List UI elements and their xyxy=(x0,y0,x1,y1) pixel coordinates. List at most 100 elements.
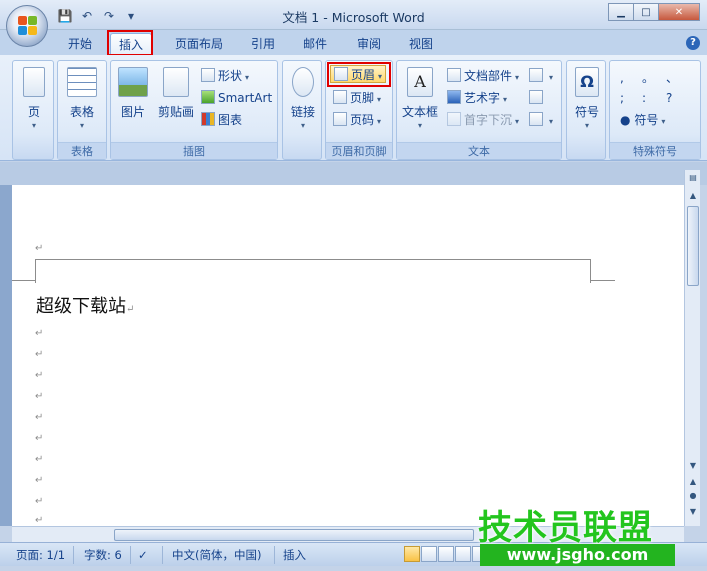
horizontal-scroll-thumb[interactable] xyxy=(114,529,474,541)
char-colon[interactable]: : xyxy=(642,89,646,107)
omega-icon: Ω xyxy=(575,67,599,97)
maximize-button[interactable]: □ xyxy=(633,3,659,21)
object-button[interactable]: ▾ xyxy=(529,111,553,129)
watermark-title: 技术员联盟 xyxy=(478,508,653,548)
tab-home[interactable]: 开始 xyxy=(60,33,100,55)
header-region[interactable] xyxy=(35,259,591,283)
paragraph-mark: ↵ xyxy=(35,349,44,360)
chart-icon xyxy=(201,112,215,126)
paragraph-mark: ↵ xyxy=(35,328,44,339)
ribbon: 页 ▾ 表格 ▾ 表格 图片 剪贴画 形状 ▾ SmartArt 图表 插图 链… xyxy=(0,55,707,161)
link-globe-icon xyxy=(292,67,314,97)
scroll-down-icon[interactable]: ▼ xyxy=(687,460,699,472)
paragraph-mark: ↵ xyxy=(35,496,44,507)
full-screen-reading-icon[interactable] xyxy=(421,546,437,562)
next-page-icon[interactable]: ▼ xyxy=(687,506,699,518)
date-time-icon xyxy=(529,90,543,104)
office-logo-icon xyxy=(18,16,38,36)
footer-icon xyxy=(333,90,347,104)
minimize-button[interactable]: ▁ xyxy=(608,3,634,21)
status-insert-mode[interactable]: 插入 xyxy=(283,547,306,563)
ruler-toggle-icon[interactable]: ▤ xyxy=(687,172,699,184)
web-layout-icon[interactable] xyxy=(438,546,454,562)
picture-icon xyxy=(118,67,148,97)
tab-mailings[interactable]: 邮件 xyxy=(297,33,333,55)
status-page[interactable]: 页面: 1/1 xyxy=(16,547,65,563)
paragraph-mark: ↵ xyxy=(35,454,44,465)
paragraph-mark: ↵ xyxy=(35,515,44,526)
group-text: A 文本框 ▾ 文档部件 ▾ 艺术字 ▾ 首字下沉 ▾ ▾ ▾ 文本 xyxy=(396,60,562,160)
body-text[interactable]: 超级下载站↵ xyxy=(36,292,134,318)
page-number-button[interactable]: 页码 ▾ xyxy=(333,111,381,129)
help-icon[interactable]: ? xyxy=(686,36,700,50)
previous-page-icon[interactable]: ▲ xyxy=(687,476,699,488)
vertical-scroll-thumb[interactable] xyxy=(687,206,699,286)
office-button[interactable] xyxy=(6,5,48,47)
paragraph-mark: ↵ xyxy=(35,412,44,423)
title-bar: 💾 ↶ ↷ ▾ 文档 1 - Microsoft Word ▁ □ ✕ xyxy=(0,0,707,30)
select-browse-object-icon[interactable]: ● xyxy=(687,490,699,502)
shapes-button[interactable]: 形状 ▾ xyxy=(201,67,249,85)
header-button-highlight-box xyxy=(327,62,391,87)
tab-view[interactable]: 视图 xyxy=(403,33,439,55)
watermark-url: www.jsgho.com xyxy=(480,544,675,566)
group-illustrations-label: 插图 xyxy=(111,142,277,159)
quickparts-icon xyxy=(447,68,461,82)
group-tables-label: 表格 xyxy=(58,142,106,159)
group-text-label: 文本 xyxy=(397,142,561,159)
dropcap-icon xyxy=(447,112,461,126)
group-special-chars: , 。 、 ; : ? ● 符号 ▾ 特殊符号 xyxy=(609,60,701,160)
outline-icon[interactable] xyxy=(455,546,471,562)
symbol-button[interactable]: Ω 符号 ▾ xyxy=(565,65,609,130)
clipart-button[interactable]: 剪贴画 xyxy=(153,65,199,120)
char-enum-comma[interactable]: 、 xyxy=(666,69,678,87)
paragraph-mark: ↵ xyxy=(126,304,135,315)
vertical-scrollbar[interactable]: ▤ ▲ ▼ ▲ ● ▼ xyxy=(684,170,700,526)
tab-page-layout[interactable]: 页面布局 xyxy=(168,33,230,55)
status-words[interactable]: 字数: 6 xyxy=(84,547,122,563)
print-layout-icon[interactable] xyxy=(404,546,420,562)
links-button[interactable]: 链接 ▾ xyxy=(281,65,325,130)
date-time-button[interactable] xyxy=(529,89,546,107)
picture-button[interactable]: 图片 xyxy=(111,65,155,120)
smartart-button[interactable]: SmartArt xyxy=(201,89,272,107)
tab-references[interactable]: 引用 xyxy=(245,33,281,55)
textbox-button[interactable]: A 文本框 ▾ xyxy=(397,65,443,130)
view-buttons xyxy=(404,546,488,562)
status-language[interactable]: 中文(简体，中国) xyxy=(172,547,261,563)
signature-line-button[interactable]: ▾ xyxy=(529,67,553,85)
pages-button[interactable]: 页 ▾ xyxy=(12,65,56,130)
tab-review[interactable]: 审阅 xyxy=(351,33,387,55)
proofing-icon[interactable]: ✓ xyxy=(138,547,158,563)
table-button[interactable]: 表格 ▾ xyxy=(60,65,104,130)
char-period[interactable]: 。 xyxy=(642,69,654,87)
document-page[interactable]: ↵ 超级下载站↵ ↵ ↵ ↵ ↵ ↵ ↵ ↵ ↵ ↵ ↵ xyxy=(12,185,685,526)
ribbon-tabs: 开始 插入 页面布局 引用 邮件 审阅 视图 ? xyxy=(0,30,707,56)
group-tables: 表格 ▾ 表格 xyxy=(57,60,107,160)
footer-button[interactable]: 页脚 ▾ xyxy=(333,89,381,107)
paragraph-mark: ↵ xyxy=(35,243,44,254)
header-corner-right xyxy=(591,280,615,281)
paragraph-mark: ↵ xyxy=(35,475,44,486)
tab-insert-highlight-box xyxy=(107,30,153,56)
group-symbols: Ω 符号 ▾ xyxy=(566,60,606,160)
char-semicolon[interactable]: ; xyxy=(620,89,624,107)
smartart-icon xyxy=(201,90,215,104)
wordart-button[interactable]: 艺术字 ▾ xyxy=(447,89,507,107)
clipart-icon xyxy=(163,67,189,97)
char-question[interactable]: ? xyxy=(666,89,672,107)
special-symbol-button[interactable]: ● 符号 ▾ xyxy=(620,111,665,129)
scroll-up-icon[interactable]: ▲ xyxy=(687,190,699,202)
chart-button[interactable]: 图表 xyxy=(201,111,242,129)
shapes-icon xyxy=(201,68,215,82)
dropcap-button[interactable]: 首字下沉 ▾ xyxy=(447,111,519,129)
group-pages: 页 ▾ xyxy=(12,60,54,160)
close-button[interactable]: ✕ xyxy=(658,3,700,21)
char-comma[interactable]: , xyxy=(620,69,624,87)
quickparts-button[interactable]: 文档部件 ▾ xyxy=(447,67,519,85)
header-corner-left xyxy=(12,280,36,281)
table-icon xyxy=(67,67,97,97)
object-icon xyxy=(529,112,543,126)
textbox-icon: A xyxy=(407,67,433,97)
group-header-footer-label: 页眉和页脚 xyxy=(326,142,392,159)
